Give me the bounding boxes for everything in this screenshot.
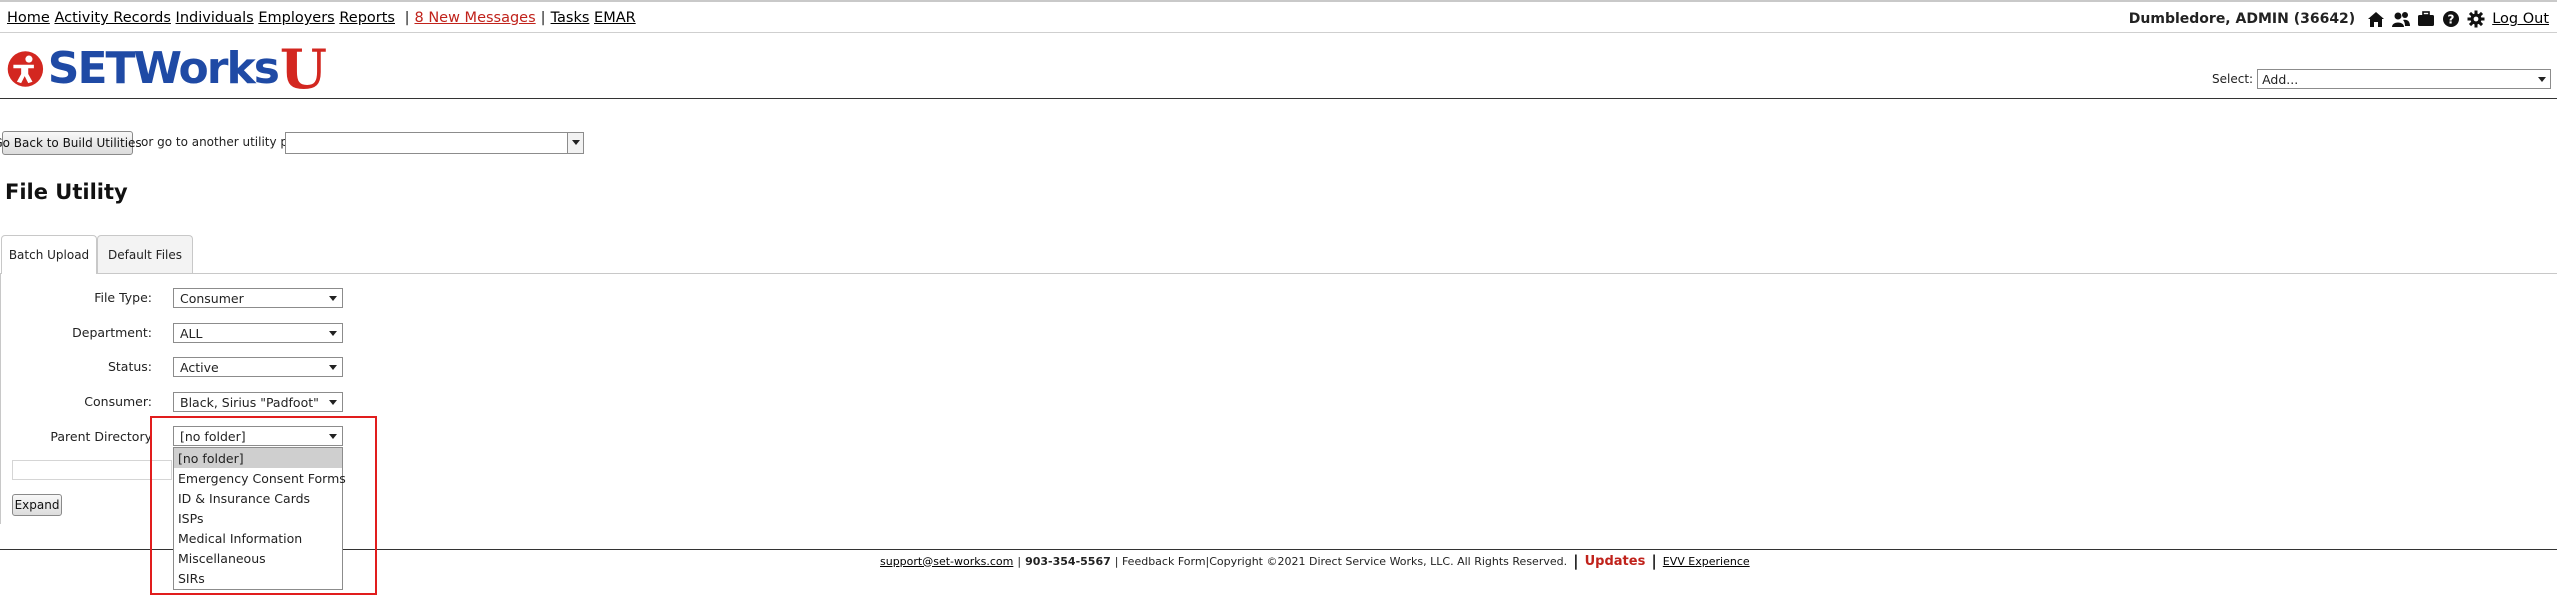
add-select[interactable]: Add... — [2257, 69, 2552, 89]
dropdown-option[interactable]: ISPs — [174, 508, 342, 528]
footer-divider — [0, 549, 2557, 550]
nav-employers-link[interactable]: Employers — [258, 10, 334, 26]
parent-directory-options: [no folder] Emergency Consent Forms ID &… — [173, 447, 346, 590]
dropdown-option[interactable]: Medical Information — [174, 528, 342, 548]
utility-page-select-toggle[interactable] — [567, 133, 583, 153]
users-icon[interactable] — [2391, 9, 2411, 29]
status-label: Status: — [107, 359, 152, 374]
nav-individuals-link[interactable]: Individuals — [176, 10, 254, 26]
svg-text:?: ? — [2448, 13, 2455, 27]
updates-link[interactable]: Updates — [1585, 554, 1646, 569]
back-to-build-utilities-button[interactable]: Go Back to Build Utilities — [0, 131, 142, 155]
parent-directory-value: [no folder] — [180, 429, 246, 444]
user-name: Dumbledore, ADMIN (36642) — [2128, 11, 2356, 27]
nav-home-link[interactable]: Home — [7, 10, 50, 26]
department-label: Department: — [72, 325, 152, 340]
logo-accent: U — [279, 37, 327, 101]
top-bar: Home Activity Records Individuals Employ… — [0, 0, 2557, 33]
main-nav: Home Activity Records Individuals Employ… — [7, 10, 636, 26]
header-divider — [0, 98, 2557, 99]
dropdown-option[interactable]: [no folder] — [174, 448, 342, 468]
parent-directory-label: Parent Directory — [50, 429, 152, 444]
logo-mark-icon — [7, 51, 44, 87]
nav-tasks-link[interactable]: Tasks — [551, 10, 590, 26]
dropdown-option[interactable]: Miscellaneous — [174, 548, 342, 568]
dropdown-option[interactable]: Emergency Consent Forms — [174, 468, 346, 488]
status-select[interactable]: Active — [173, 357, 343, 377]
file-type-label: File Type: — [94, 290, 152, 305]
help-icon[interactable]: ? — [2441, 9, 2461, 29]
nav-activity-records-link[interactable]: Activity Records — [54, 10, 171, 26]
chevron-down-icon — [329, 400, 337, 405]
chevron-down-icon — [329, 331, 337, 336]
chevron-down-icon — [329, 365, 337, 370]
header-select-label: Select: — [2212, 72, 2254, 86]
expand-button[interactable]: Expand — [12, 494, 62, 516]
user-area: Dumbledore, ADMIN (36642) ? Log Out — [2129, 9, 2549, 29]
logout-link[interactable]: Log Out — [2492, 11, 2549, 27]
home-icon[interactable] — [2366, 9, 2386, 29]
chevron-down-icon — [329, 434, 337, 439]
chevron-down-icon — [329, 296, 337, 301]
nav-separator: | — [404, 10, 410, 26]
parent-directory-select[interactable]: [no folder] — [173, 426, 343, 446]
nav-reports-link[interactable]: Reports — [339, 10, 395, 26]
footer-separator: | — [1651, 552, 1657, 570]
chevron-down-icon — [572, 140, 580, 145]
footer-separator: | — [1573, 552, 1579, 570]
footer-separator: | — [1017, 554, 1022, 568]
batch-upload-panel — [0, 273, 2557, 524]
evv-experience-link[interactable]: EVV Experience — [1663, 555, 1750, 568]
nav-separator: | — [540, 10, 546, 26]
setworks-logo[interactable]: SETWorks U — [7, 42, 327, 96]
add-select-value: Add... — [2262, 72, 2299, 87]
dropdown-option[interactable]: ID & Insurance Cards — [174, 488, 342, 508]
consumer-value: Black, Sirius "Padfoot" — [180, 395, 319, 410]
consumer-label: Consumer: — [84, 394, 152, 409]
support-email-link[interactable]: support@set-works.com — [880, 555, 1013, 568]
consumer-select[interactable]: Black, Sirius "Padfoot" — [173, 392, 343, 412]
briefcase-icon[interactable] — [2416, 9, 2436, 29]
department-select[interactable]: ALL — [173, 323, 343, 343]
file-type-value: Consumer — [180, 291, 244, 306]
footer: support@set-works.com | 903-354-5567 | F… — [880, 552, 1750, 570]
logo-text: SETWorks — [47, 43, 280, 94]
footer-copyright: | Feedback Form|Copyright ©2021 Direct S… — [1114, 554, 1568, 568]
upload-area — [12, 460, 172, 480]
file-type-select[interactable]: Consumer — [173, 288, 343, 308]
utility-page-select[interactable] — [285, 132, 584, 154]
support-phone: 903-354-5567 — [1025, 554, 1111, 568]
tab-batch-upload[interactable]: Batch Upload — [1, 235, 97, 274]
dropdown-option[interactable]: SIRs — [174, 568, 342, 588]
chevron-down-icon — [2538, 77, 2547, 82]
department-value: ALL — [180, 326, 203, 341]
page-title: File Utility — [5, 180, 128, 204]
header-select: Select: Add... — [2212, 69, 2552, 89]
tab-default-files[interactable]: Default Files — [97, 235, 193, 273]
status-value: Active — [180, 360, 219, 375]
nav-messages-link[interactable]: 8 New Messages — [414, 10, 535, 26]
gear-icon[interactable] — [2466, 9, 2486, 29]
nav-emar-link[interactable]: EMAR — [594, 10, 636, 26]
